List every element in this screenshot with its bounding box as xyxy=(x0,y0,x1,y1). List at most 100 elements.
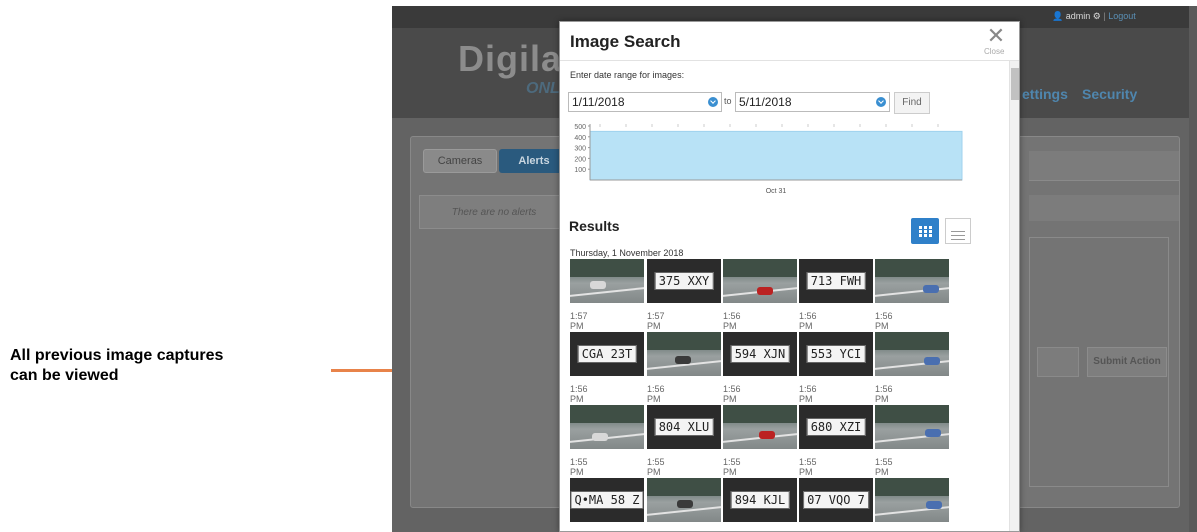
license-plate-text: 680 XZI xyxy=(806,418,866,436)
date-to-label: to xyxy=(724,96,732,106)
capture-thumbnail[interactable] xyxy=(875,478,949,522)
date-to-value: 5/11/2018 xyxy=(739,95,792,109)
capture-time: 1:56 PM xyxy=(570,384,588,404)
license-plate-text: 07 VQO 7 xyxy=(803,491,869,509)
close-label[interactable]: Close xyxy=(984,47,1004,56)
vehicle-shape xyxy=(923,285,939,293)
chart-area-series xyxy=(589,130,963,181)
chart-x-tick-label: Oct 31 xyxy=(766,188,787,195)
license-plate-text: Q•MA 58 Z xyxy=(570,491,644,509)
capture-thumbnail[interactable] xyxy=(875,259,949,303)
capture-thumbnail[interactable]: 713 FWH xyxy=(799,259,873,303)
modal-scrollbar-thumb[interactable] xyxy=(1011,68,1019,100)
find-button[interactable]: Find xyxy=(894,92,930,114)
capture-thumbnail[interactable]: 894 KJL xyxy=(723,478,797,522)
capture-time: 1:56 PM xyxy=(875,384,893,404)
vehicle-shape xyxy=(592,433,608,441)
modal-title: Image Search xyxy=(570,32,681,51)
capture-time: 1:55 PM xyxy=(647,457,665,477)
no-alerts-message: There are no alerts xyxy=(419,195,569,229)
vehicle-shape xyxy=(677,500,693,508)
capture-thumbnail[interactable]: 07 VQO 7 xyxy=(799,478,873,522)
road-scene-image xyxy=(570,405,644,449)
capture-time: 1:56 PM xyxy=(723,311,741,331)
license-plate-text: 894 KJL xyxy=(730,491,790,509)
capture-time: 1:55 PM xyxy=(570,457,588,477)
capture-thumbnail[interactable]: 375 XXY xyxy=(647,259,721,303)
capture-thumbnail[interactable] xyxy=(875,405,949,449)
road-scene-image xyxy=(723,259,797,303)
capture-thumbnail[interactable] xyxy=(723,405,797,449)
chart-y-tick-label: 100 xyxy=(574,167,586,174)
road-scene-image xyxy=(875,478,949,522)
road-scene-image xyxy=(570,259,644,303)
chevron-down-icon[interactable] xyxy=(708,97,718,107)
panel-header-strip xyxy=(1029,151,1179,181)
nav-settings[interactable]: ettings xyxy=(1022,86,1068,102)
license-plate-text: CGA 23T xyxy=(577,345,637,363)
nav-security[interactable]: Security xyxy=(1082,86,1137,102)
tab-cameras[interactable]: Cameras xyxy=(423,149,497,173)
vehicle-shape xyxy=(590,281,606,289)
app-scrollbar[interactable] xyxy=(1189,6,1197,532)
capture-time: 1:56 PM xyxy=(799,384,817,404)
submit-action-button[interactable]: Submit Action xyxy=(1087,347,1167,377)
chart-y-tick-label: 300 xyxy=(574,146,586,153)
vehicle-shape xyxy=(757,287,773,295)
capture-thumbnail[interactable] xyxy=(647,332,721,376)
road-scene-image xyxy=(875,405,949,449)
road-scene-image xyxy=(875,259,949,303)
capture-time: 1:57 PM xyxy=(570,311,588,331)
close-icon[interactable]: ✕ xyxy=(981,25,1011,47)
date-from-value: 1/11/2018 xyxy=(572,95,625,109)
capture-thumbnail[interactable] xyxy=(570,405,644,449)
modal-divider xyxy=(560,60,1019,61)
chart-y-tick-label: 200 xyxy=(574,156,586,163)
chevron-down-icon[interactable] xyxy=(876,97,886,107)
capture-thumbnail[interactable]: 680 XZI xyxy=(799,405,873,449)
image-search-modal: Image Search ✕ Close Enter date range fo… xyxy=(559,21,1020,532)
capture-time: 1:55 PM xyxy=(723,457,741,477)
vehicle-shape xyxy=(926,501,942,509)
capture-thumbnail[interactable] xyxy=(723,259,797,303)
capture-time: 1:56 PM xyxy=(875,311,893,331)
annotation-text: All previous image captures can be viewe… xyxy=(10,346,310,386)
capture-thumbnail[interactable]: 804 XLU xyxy=(647,405,721,449)
modal-scrollbar[interactable] xyxy=(1009,61,1019,531)
user-menu[interactable]: 👤 admin ⚙ | Logout xyxy=(1052,11,1136,22)
license-plate-text: 713 FWH xyxy=(806,272,866,290)
gear-icon[interactable]: ⚙ xyxy=(1093,11,1101,21)
capture-time: 1:56 PM xyxy=(647,384,665,404)
capture-thumbnail[interactable] xyxy=(875,332,949,376)
vehicle-shape xyxy=(924,357,940,365)
capture-thumbnail[interactable]: CGA 23T xyxy=(570,332,644,376)
capture-thumbnail[interactable] xyxy=(647,478,721,522)
vehicle-shape xyxy=(925,429,941,437)
capture-thumbnail[interactable]: 594 XJN xyxy=(723,332,797,376)
user-name: admin xyxy=(1065,11,1091,21)
road-scene-image xyxy=(647,478,721,522)
road-scene-image xyxy=(875,332,949,376)
chart-y-tick-label: 400 xyxy=(574,135,586,142)
license-plate-text: 553 YCI xyxy=(806,345,866,363)
screenshot-stage: All previous image captures can be viewe… xyxy=(0,0,1197,532)
logout-link[interactable]: Logout xyxy=(1108,11,1136,21)
annotation-line-2: can be viewed xyxy=(10,367,119,384)
date-from-input[interactable]: 1/11/2018 xyxy=(568,92,722,112)
road-scene-image xyxy=(723,405,797,449)
license-plate-text: 594 XJN xyxy=(730,345,790,363)
license-plate-text: 375 XXY xyxy=(654,272,714,290)
results-day-heading: Thursday, 1 November 2018 xyxy=(570,248,684,258)
capture-thumbnail[interactable]: Q•MA 58 Z xyxy=(570,478,644,522)
panel-subheader-strip xyxy=(1029,195,1179,221)
capture-thumbnail[interactable] xyxy=(570,259,644,303)
date-to-input[interactable]: 5/11/2018 xyxy=(735,92,890,112)
action-input[interactable] xyxy=(1037,347,1079,377)
capture-thumbnail[interactable]: 553 YCI xyxy=(799,332,873,376)
list-view-icon[interactable] xyxy=(945,218,971,244)
results-title: Results xyxy=(569,218,620,234)
capture-time: 1:55 PM xyxy=(875,457,893,477)
road-scene-image xyxy=(647,332,721,376)
app-logo: Digila xyxy=(458,38,563,79)
grid-view-icon[interactable] xyxy=(911,218,939,244)
